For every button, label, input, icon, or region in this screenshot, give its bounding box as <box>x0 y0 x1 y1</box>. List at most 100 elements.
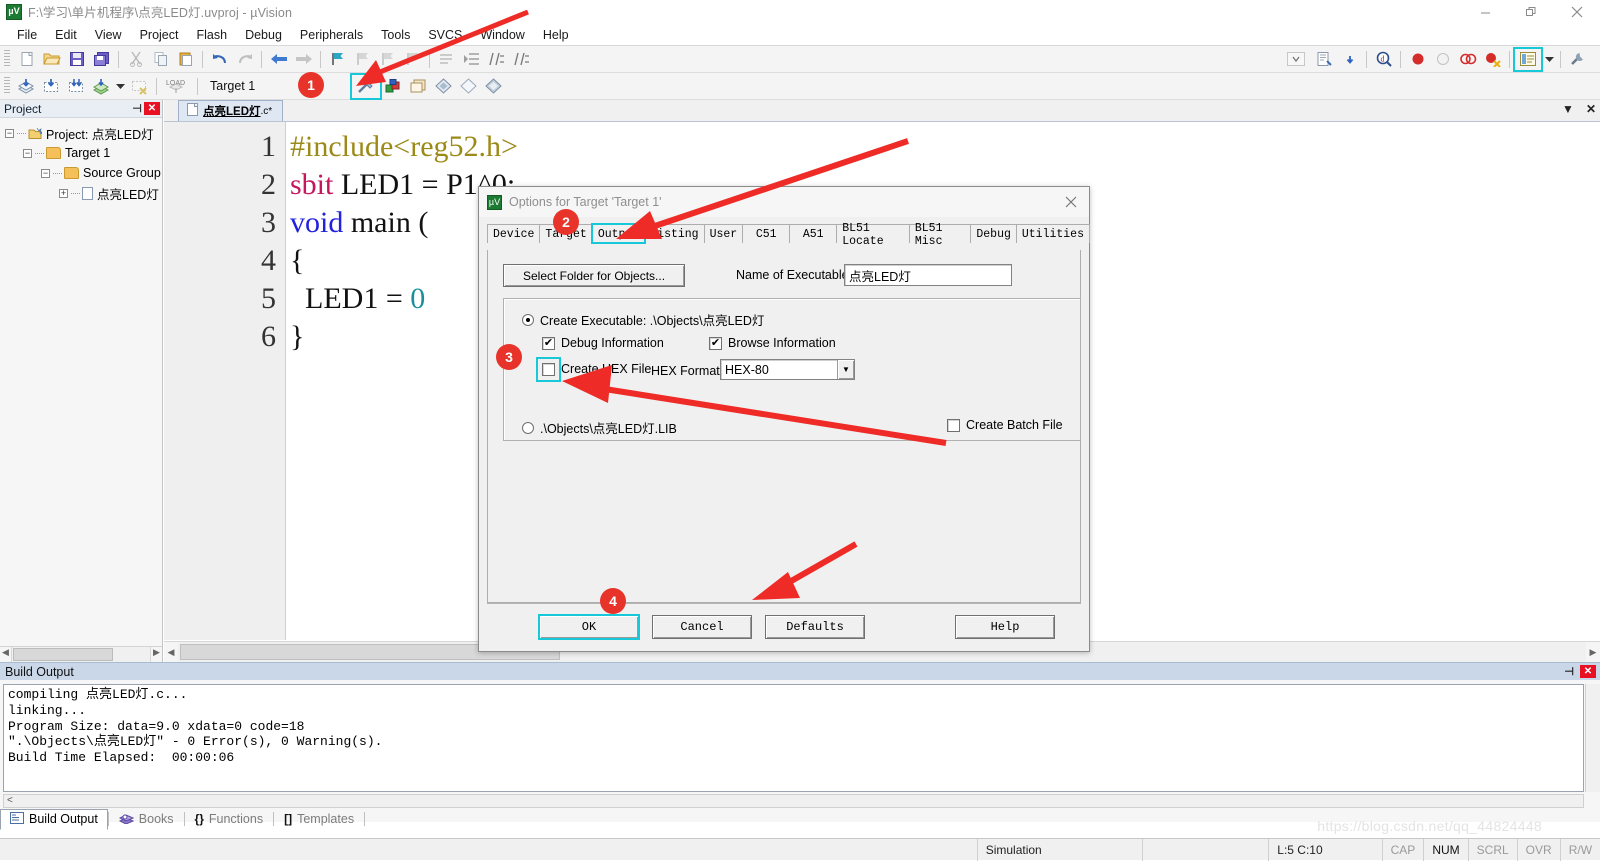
tab-templates[interactable]: [] Templates <box>274 809 364 830</box>
source-browse-icon[interactable] <box>456 75 481 98</box>
pin-icon[interactable]: ⊣ <box>130 102 144 115</box>
menu-item-debug[interactable]: Debug <box>236 26 291 44</box>
name-of-executable-input[interactable]: 点亮LED灯 <box>844 264 1012 286</box>
checkbox-create-batch-file[interactable] <box>947 418 960 432</box>
create-executable-option[interactable]: Create Executable: .\Objects\点亮LED灯 <box>522 310 764 329</box>
minimize-button[interactable] <box>1462 0 1508 24</box>
dialog-tab-utilities[interactable]: Utilities <box>1015 224 1090 243</box>
menu-item-edit[interactable]: Edit <box>46 26 86 44</box>
code-line[interactable]: #include<reg52.h> <box>290 128 518 166</box>
back-icon[interactable] <box>266 48 291 71</box>
manage-project-items-icon[interactable] <box>381 75 406 98</box>
menu-item-flash[interactable]: Flash <box>187 26 236 44</box>
code-line[interactable]: LED1 = 0 <box>290 280 425 318</box>
project-windows-icon[interactable] <box>406 75 431 98</box>
paste-icon[interactable] <box>173 48 198 71</box>
code-line[interactable]: void main ( <box>290 204 428 242</box>
tree-item-target[interactable]: − Target 1 <box>5 143 162 163</box>
maximize-button[interactable] <box>1508 0 1554 24</box>
batch-build-dropdown-icon[interactable] <box>114 75 127 98</box>
expander-icon[interactable]: − <box>5 128 14 138</box>
ok-button[interactable]: OK <box>538 614 640 640</box>
expander-icon[interactable]: − <box>23 148 32 158</box>
new-file-icon[interactable] <box>14 48 39 71</box>
undo-icon[interactable] <box>207 48 232 71</box>
build-output-vscrollbar[interactable] <box>1585 684 1600 792</box>
save-all-icon[interactable] <box>89 48 114 71</box>
pin-icon[interactable]: ⊣ <box>1564 665 1574 678</box>
kill-all-breakpoints-icon[interactable] <box>1480 48 1505 71</box>
manage-windows-dropdown-icon[interactable] <box>1542 48 1556 71</box>
dialog-tab-c51[interactable]: C51 <box>742 224 791 243</box>
dialog-tab-a51[interactable]: A51 <box>789 224 838 243</box>
menu-item-svcs[interactable]: SVCS <box>419 26 471 44</box>
scroll-left-icon[interactable]: < <box>7 795 13 806</box>
dialog-tab-output[interactable]: Output <box>590 223 647 244</box>
tab-books[interactable]: Books <box>109 809 184 830</box>
close-icon[interactable]: ✕ <box>1580 665 1596 678</box>
defaults-button[interactable]: Defaults <box>765 615 865 639</box>
create-hex-file-option[interactable]: Create HEX File <box>536 356 651 382</box>
build-target-icon[interactable] <box>39 75 64 98</box>
bookmark-toggle-icon[interactable] <box>325 48 350 71</box>
hex-format-select[interactable]: HEX-80 ▼ <box>720 359 855 380</box>
insert-symbol-icon[interactable] <box>1337 48 1362 71</box>
build-output-hscrollbar[interactable]: < <box>3 794 1584 808</box>
manage-windows-icon[interactable] <box>1513 46 1543 72</box>
debug-information-option[interactable]: ✔ Debug Information <box>542 336 664 350</box>
manage-components-icon[interactable] <box>481 75 506 98</box>
target-selector[interactable]: Target 1 <box>202 79 263 93</box>
toolbar-grip[interactable] <box>4 77 10 95</box>
dialog-tab-listing[interactable]: Listing <box>644 224 705 243</box>
close-button[interactable] <box>1554 0 1600 24</box>
config-dropdown-icon[interactable] <box>1283 48 1308 71</box>
help-button[interactable]: Help <box>955 615 1055 639</box>
menu-item-window[interactable]: Window <box>471 26 533 44</box>
tree-item-project[interactable]: − Project: 点亮LED灯 <box>5 123 162 143</box>
dialog-tab-bl51-misc[interactable]: BL51 Misc <box>908 222 972 248</box>
dialog-tab-debug[interactable]: Debug <box>970 224 1017 243</box>
checkbox-browse-information[interactable]: ✔ <box>709 336 722 350</box>
chevron-down-icon[interactable]: ▼ <box>1562 102 1574 116</box>
create-batch-file-option[interactable]: Create Batch File <box>947 418 1063 432</box>
close-icon[interactable]: ✕ <box>1586 102 1596 116</box>
code-line[interactable]: { <box>290 242 304 280</box>
open-file-icon[interactable] <box>39 48 64 71</box>
expander-icon[interactable]: + <box>59 188 68 198</box>
browse-information-option[interactable]: ✔ Browse Information <box>709 336 836 350</box>
options-for-target-icon[interactable] <box>350 72 383 100</box>
tree-item-source-file[interactable]: + 点亮LED灯 <box>5 183 162 203</box>
menu-item-file[interactable]: File <box>8 26 46 44</box>
menu-item-view[interactable]: View <box>86 26 131 44</box>
configuration-wizard-icon[interactable] <box>1565 48 1590 71</box>
tree-item-source-group[interactable]: − Source Group 1 <box>5 163 171 183</box>
checkbox-debug-information[interactable]: ✔ <box>542 336 555 350</box>
checkbox-create-hex-file[interactable] <box>536 356 561 382</box>
radio-create-executable[interactable] <box>522 313 534 326</box>
dialog-close-button[interactable] <box>1059 191 1083 213</box>
find-in-files-icon[interactable]: d <box>1371 48 1396 71</box>
tab-build-output[interactable]: Build Output <box>0 808 108 830</box>
project-hscrollbar[interactable]: ◀ ▶ <box>0 646 162 662</box>
code-line[interactable]: } <box>290 318 304 356</box>
create-library-option[interactable]: .\Objects\点亮LED灯.LIB <box>522 418 677 437</box>
translate-icon[interactable] <box>14 75 39 98</box>
save-icon[interactable] <box>64 48 89 71</box>
cancel-button[interactable]: Cancel <box>652 615 752 639</box>
menu-item-peripherals[interactable]: Peripherals <box>291 26 372 44</box>
insert-breakpoint-icon[interactable] <box>1405 48 1430 71</box>
menu-item-help[interactable]: Help <box>534 26 578 44</box>
menu-item-project[interactable]: Project <box>131 26 188 44</box>
select-folder-for-objects-button[interactable]: Select Folder for Objects... <box>503 264 685 287</box>
toolbar-grip[interactable] <box>4 50 10 68</box>
target-options-icon[interactable] <box>431 75 456 98</box>
disable-all-breakpoints-icon[interactable] <box>1455 48 1480 71</box>
tab-functions[interactable]: {} Functions <box>185 809 274 830</box>
dialog-tab-bl51-locate[interactable]: BL51 Locate <box>836 222 910 248</box>
rebuild-icon[interactable] <box>64 75 89 98</box>
close-icon[interactable]: ✕ <box>144 102 160 115</box>
expander-icon[interactable]: − <box>41 168 50 178</box>
menu-item-tools[interactable]: Tools <box>372 26 419 44</box>
batch-build-icon[interactable] <box>89 75 114 98</box>
radio-create-library[interactable] <box>522 421 534 434</box>
